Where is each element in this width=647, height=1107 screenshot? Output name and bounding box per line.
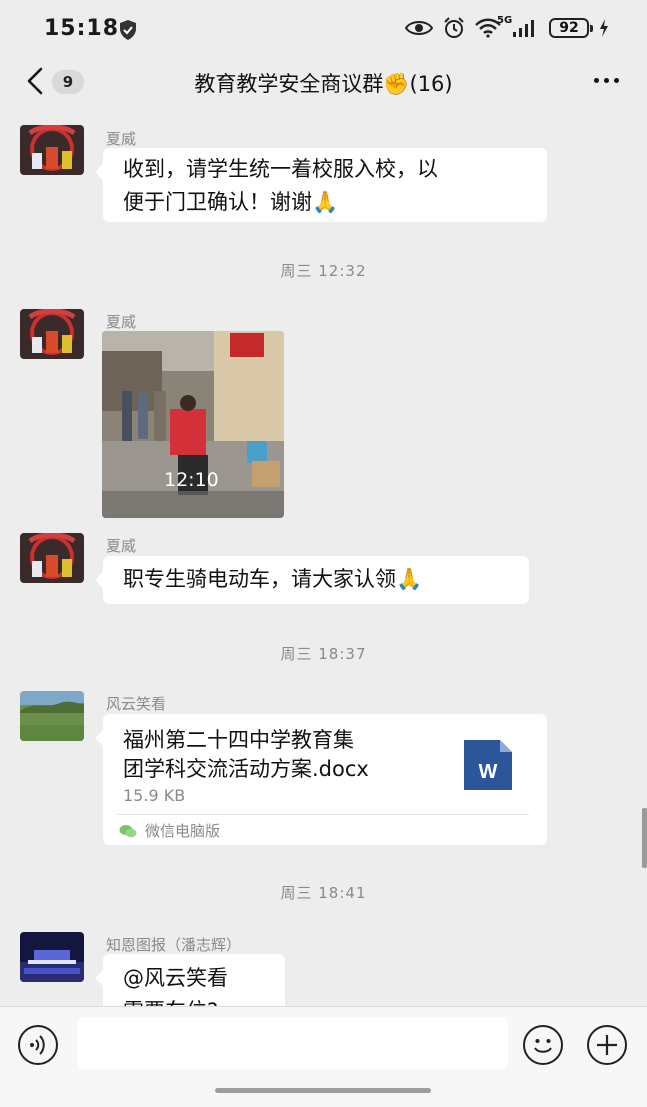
more-icon[interactable] [594,78,619,83]
avatar[interactable] [20,691,84,741]
avatar[interactable] [20,309,84,359]
sender-name: 知恩图报（潘志辉） [106,936,242,954]
chat-header: 9 教育教学安全商议群✊(16) [0,60,647,106]
file-size: 15.9 KB [123,786,186,805]
timestamp: 周三 12:32 [280,262,367,280]
plus-icon [597,1035,617,1055]
sender-name: 夏威 [106,130,137,148]
message-line: @风云笑看 [123,966,228,990]
emoji-button[interactable] [523,1025,563,1065]
photo-caption: 12:10 [164,469,219,491]
status-icons: 5G 92 [405,15,609,39]
avatar[interactable] [20,533,84,583]
timestamp: 周三 18:41 [280,884,367,902]
eye-icon [405,21,433,35]
message-bubble[interactable]: @风云笑看 需要车位? [95,954,285,1006]
emoji-icon [534,1039,552,1053]
status-bar: 15:18 5G 92 [0,0,647,60]
word-document-icon: W [464,740,512,790]
plus-button[interactable] [587,1025,627,1065]
battery-indicator: 92 [549,18,593,38]
charging-icon [600,19,608,37]
input-bar [0,1006,647,1107]
shield-icon [120,20,136,40]
voice-icon [30,1035,45,1055]
file-message[interactable]: 福州第二十四中学教育集 团学科交流活动方案.docx 15.9 KB W 微信电… [95,714,547,845]
sender-name: 风云笑看 [106,695,167,713]
message-list[interactable]: 夏威 收到，请学生统一着校服入校，以 便于门卫确认！谢谢🙏 周三 12:32 夏… [0,106,647,1006]
battery-level: 92 [559,20,579,36]
message-bubble[interactable]: 收到，请学生统一着校服入校，以 便于门卫确认！谢谢🙏 [95,148,547,222]
home-indicator[interactable] [215,1088,431,1093]
timestamp: 周三 18:37 [280,645,367,663]
file-name: 福州第二十四中学教育集 团学科交流活动方案.docx [123,728,369,781]
sender-name: 夏威 [106,313,137,331]
signal-icon [513,20,534,37]
avatar[interactable] [20,932,84,982]
scrollbar[interactable] [642,808,647,868]
message-line: 便于门卫确认！谢谢🙏 [123,190,339,214]
message-bubble[interactable]: 职专生骑电动车，请大家认领🙏 [95,556,529,604]
divider [117,814,529,815]
signal-group: 5G [497,15,539,38]
avatar[interactable] [20,125,84,175]
sender-name: 夏威 [106,537,137,555]
wechat-icon [119,825,137,838]
file-source: 微信电脑版 [145,822,221,840]
message-line: 需要车位? [123,995,265,1006]
message-input[interactable] [78,1017,508,1069]
message-line: 收到，请学生统一着校服入校，以 [123,157,438,181]
svg-text:W: W [479,761,498,783]
chat-title: 教育教学安全商议群✊(16) [194,72,453,96]
status-time: 15:18 [44,16,120,41]
voice-button[interactable] [18,1025,58,1065]
network-type: 5G [497,15,513,26]
alarm-icon [444,17,464,38]
image-message[interactable]: 12:10 [102,331,284,518]
